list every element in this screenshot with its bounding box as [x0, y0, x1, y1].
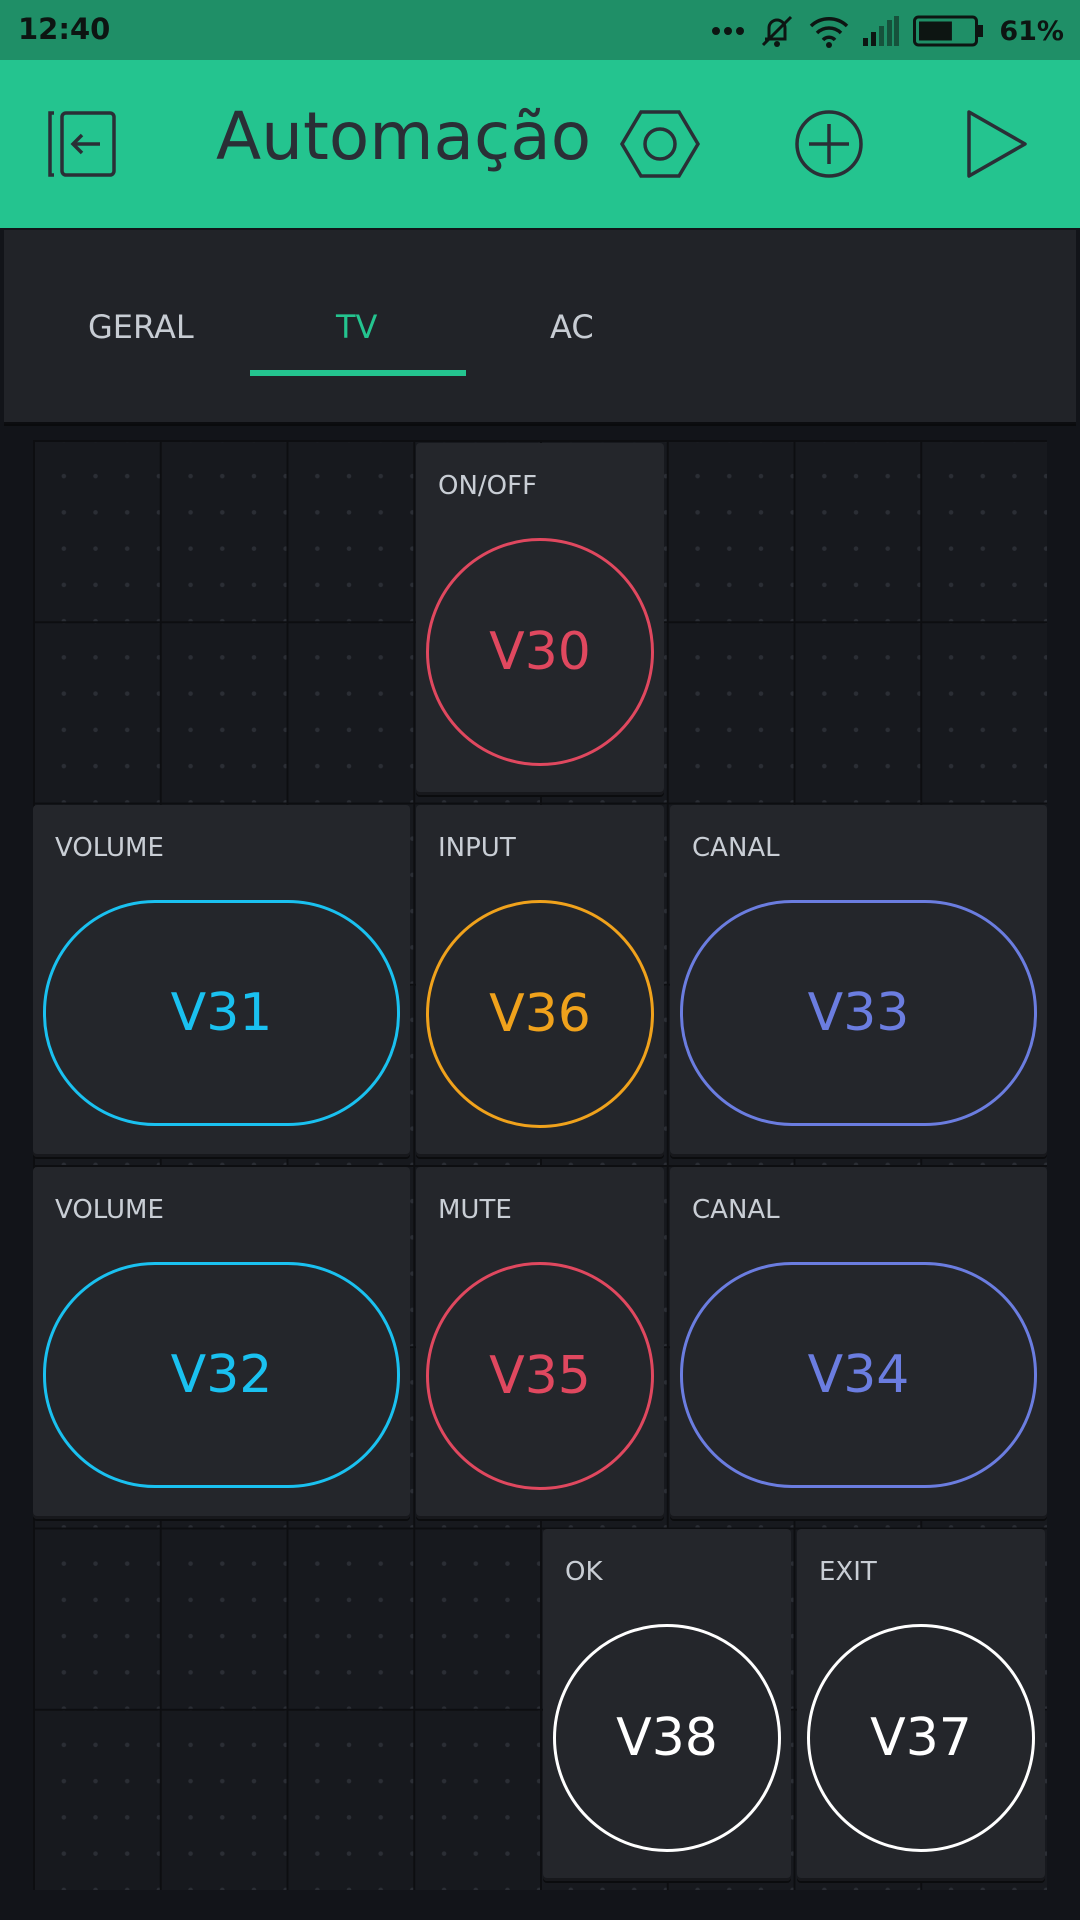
- tab-bar: GERAL TV AC: [4, 230, 1076, 424]
- input-button[interactable]: V36: [426, 900, 654, 1128]
- ok-button[interactable]: V38: [553, 1624, 781, 1852]
- status-bar: 12:40 61%: [0, 0, 1080, 60]
- widget-label: VOLUME: [55, 1195, 164, 1225]
- battery-icon: [913, 15, 985, 47]
- mute-icon: [759, 13, 795, 49]
- signal-icon: [863, 16, 900, 46]
- settings-hex-icon: [619, 108, 701, 184]
- widget-label: ON/OFF: [438, 471, 538, 501]
- play-icon: [963, 108, 1029, 184]
- widget-exit: EXIT V37: [797, 1529, 1045, 1881]
- channel-down-button[interactable]: V34: [680, 1262, 1037, 1488]
- widget-label: CANAL: [692, 1195, 780, 1225]
- volume-down-button[interactable]: V32: [43, 1262, 400, 1488]
- widget-label: EXIT: [819, 1557, 877, 1587]
- widget-volume-down: VOLUME V32: [33, 1167, 410, 1519]
- exit-button[interactable]: V37: [807, 1624, 1035, 1852]
- widget-ok: OK V38: [543, 1529, 791, 1881]
- widget-label: CANAL: [692, 833, 780, 863]
- app-bar: Automação: [0, 60, 1080, 228]
- widget-mute: MUTE V35: [416, 1167, 664, 1519]
- mute-button[interactable]: V35: [426, 1262, 654, 1490]
- volume-up-button[interactable]: V31: [43, 900, 400, 1126]
- widget-channel-up: CANAL V33: [670, 805, 1047, 1157]
- widget-label: VOLUME: [55, 833, 164, 863]
- widget-on-off: ON/OFF V30: [416, 443, 664, 795]
- widget-label: OK: [565, 1557, 603, 1587]
- battery-percent: 61%: [999, 15, 1064, 47]
- settings-button[interactable]: [618, 104, 702, 188]
- status-icons: 61%: [711, 12, 1064, 50]
- play-button[interactable]: [954, 104, 1038, 188]
- exit-project-button[interactable]: [42, 104, 126, 188]
- widget-label: MUTE: [438, 1195, 512, 1225]
- widget-volume-up: VOLUME V31: [33, 805, 410, 1157]
- widget-label: INPUT: [438, 833, 516, 863]
- on-off-button[interactable]: V30: [426, 538, 654, 766]
- wifi-icon: [809, 14, 849, 48]
- exit-project-icon: [46, 109, 122, 183]
- page-title: Automação: [216, 98, 592, 175]
- tab-ac[interactable]: AC: [550, 308, 594, 346]
- active-tab-indicator: [250, 370, 466, 376]
- tab-tv[interactable]: TV: [336, 308, 377, 346]
- tab-geral[interactable]: GERAL: [88, 308, 194, 346]
- add-widget-button[interactable]: [787, 104, 871, 188]
- widget-input: INPUT V36: [416, 805, 664, 1157]
- channel-up-button[interactable]: V33: [680, 900, 1037, 1126]
- add-widget-icon: [793, 108, 865, 184]
- widget-channel-down: CANAL V34: [670, 1167, 1047, 1519]
- status-time: 12:40: [18, 12, 111, 46]
- more-dots-icon: [711, 26, 745, 36]
